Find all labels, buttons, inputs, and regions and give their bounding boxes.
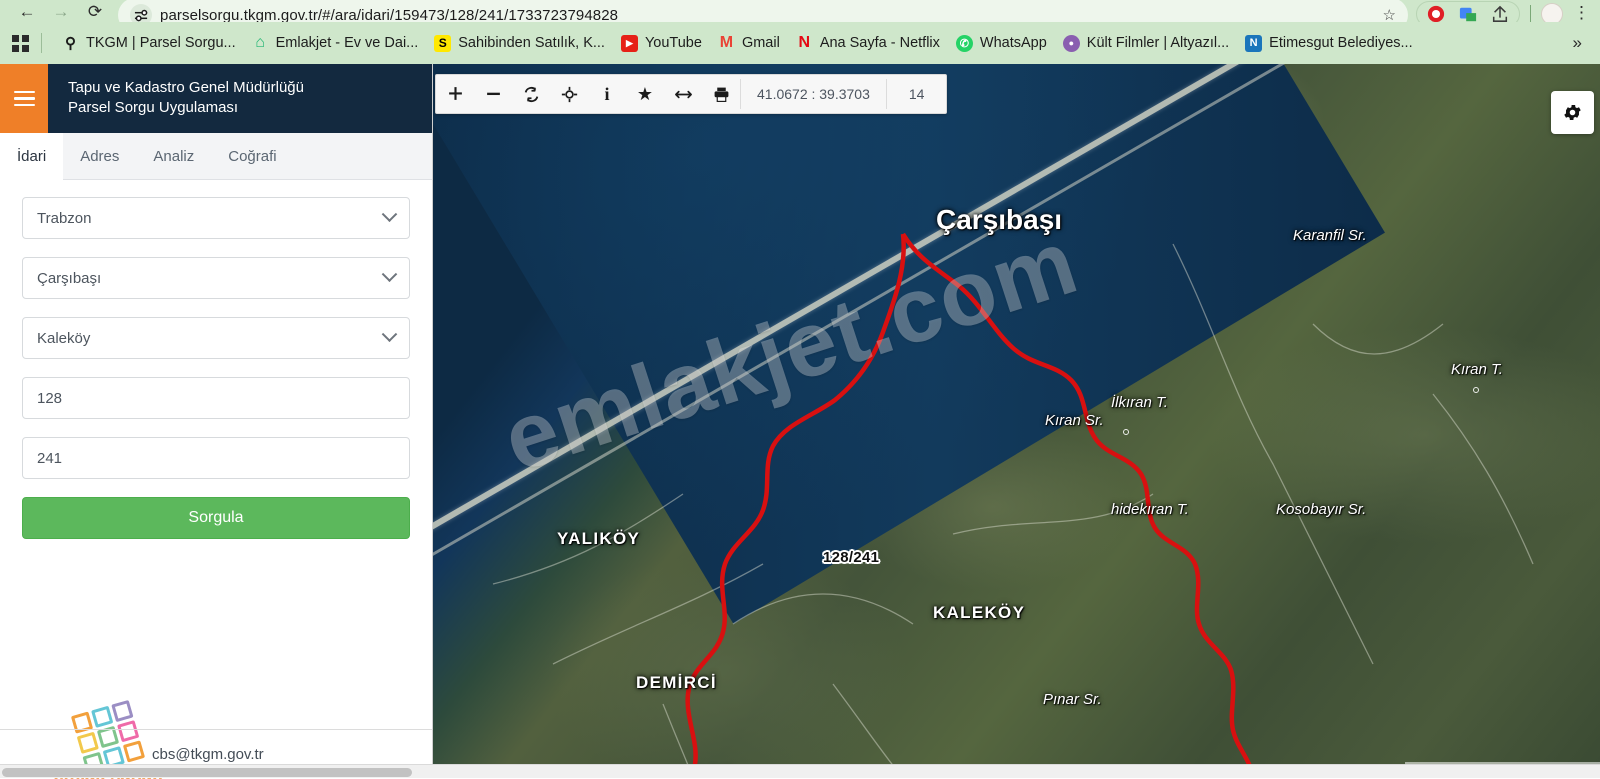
mahalle-select[interactable]: Kaleköy <box>22 317 410 359</box>
menu-toggle-button[interactable] <box>0 64 48 133</box>
app-title-line1: Tapu ve Kadastro Genel Müdürlüğü <box>68 79 304 96</box>
mahalle-value: Kaleköy <box>37 329 91 347</box>
gmail-icon: M <box>719 34 734 51</box>
bookmark-item[interactable]: M Gmail <box>710 31 788 56</box>
map-toolbar: i ★ 41.0672 : 39.3703 14 <box>435 74 948 114</box>
share-extension-icon[interactable] <box>1491 5 1509 22</box>
ilce-value: Çarşıbaşı <box>37 269 102 287</box>
bookmark-item[interactable]: ⚲ TKGM | Parsel Sorgu... <box>54 31 244 56</box>
bookmark-star-icon[interactable]: ☆ <box>1383 6 1396 22</box>
reload-button[interactable]: ⟳ <box>78 0 112 22</box>
bookmark-label: TKGM | Parsel Sorgu... <box>86 35 236 51</box>
bookmarks-bar: ⚲ TKGM | Parsel Sorgu... ⌂ Emlakjet - Ev… <box>0 22 1600 64</box>
bookmark-label: WhatsApp <box>979 35 1047 51</box>
bookmark-item[interactable]: ⌂ Emlakjet - Ev ve Dai... <box>244 31 427 56</box>
cult-films-icon: ● <box>1062 34 1080 52</box>
bookmark-item[interactable]: S Sahibinden Satılık, K... <box>426 31 613 56</box>
toolbar-divider <box>1530 5 1531 22</box>
sahibinden-icon: S <box>434 34 452 52</box>
forward-button[interactable]: → <box>44 0 78 22</box>
zoom-level-readout: 14 <box>908 86 925 102</box>
ada-value: 128 <box>37 389 63 407</box>
translate-extension-icon[interactable] <box>1459 5 1477 22</box>
bookmark-item[interactable]: ▶ YouTube <box>613 31 710 56</box>
coordinates-readout: 41.0672 : 39.3703 <box>757 86 870 102</box>
chevron-down-icon <box>381 325 398 342</box>
scrollbar-thumb[interactable] <box>2 768 412 777</box>
map-pin-icon: ⚲ <box>65 35 76 52</box>
extensions-group <box>1416 1 1520 22</box>
bookmark-item[interactable]: Ν Etimesgut Belediyes... <box>1237 31 1420 56</box>
app-title-line2: Parsel Sorgu Uygulaması <box>68 99 239 116</box>
map-settings-button[interactable] <box>1551 91 1594 134</box>
print-button[interactable] <box>702 75 740 113</box>
bookmark-label: YouTube <box>644 35 702 51</box>
bookmark-label: Sahibinden Satılık, K... <box>458 35 605 51</box>
horizontal-scrollbar[interactable] <box>0 764 1600 778</box>
adblock-extension-icon[interactable] <box>1427 5 1445 22</box>
locate-button[interactable] <box>550 75 588 113</box>
tab-adres[interactable]: Adres <box>63 133 136 179</box>
address-bar[interactable]: parselsorgu.tkgm.gov.tr/#/ara/idari/1594… <box>118 0 1408 22</box>
bookmarks-overflow-button[interactable]: » <box>1563 33 1592 53</box>
il-value: Trabzon <box>37 209 92 227</box>
site-settings-icon[interactable] <box>130 4 152 22</box>
info-button[interactable]: i <box>588 75 626 113</box>
browser-chrome: ← → ⟳ parselsorgu.tkgm.gov.tr/#/ara/idar… <box>0 0 1600 64</box>
bookmark-label: Ana Sayfa - Netflix <box>819 35 940 51</box>
profile-avatar[interactable] <box>1541 3 1563 22</box>
zoom-out-button[interactable] <box>474 75 512 113</box>
emlakjet-house-icon: ⌂ <box>255 34 265 51</box>
browser-menu-icon[interactable]: ⋮ <box>1573 3 1590 22</box>
tab-analiz[interactable]: Analiz <box>136 133 211 179</box>
sorgula-button[interactable]: Sorgula <box>22 497 410 539</box>
application-area: emlakjet.com i ★ 41.0672: 39.3703 14 Ça… <box>0 64 1600 779</box>
map-canvas[interactable]: emlakjet.com i ★ 41.0672: 39.3703 14 Ça… <box>433 64 1600 778</box>
map-point-marker <box>1123 429 1129 435</box>
tab-cografi[interactable]: Coğrafi <box>211 133 293 179</box>
url-text: parselsorgu.tkgm.gov.tr/#/ara/idari/1594… <box>160 6 619 23</box>
parsel-input[interactable]: 241 <box>22 437 410 479</box>
app-title-block: Tapu ve Kadastro Genel Müdürlüğü Parsel … <box>48 64 304 133</box>
il-select[interactable]: Trabzon <box>22 197 410 239</box>
parsel-value: 241 <box>37 449 63 467</box>
favorite-star-button[interactable]: ★ <box>626 75 664 113</box>
youtube-icon: ▶ <box>620 34 638 52</box>
bookmark-label: Emlakjet - Ev ve Dai... <box>275 35 419 51</box>
chevron-down-icon <box>381 265 398 282</box>
ilce-select[interactable]: Çarşıbaşı <box>22 257 410 299</box>
netflix-icon: N <box>798 34 811 51</box>
gear-icon <box>1564 104 1581 121</box>
refresh-button[interactable] <box>512 75 550 113</box>
bookmark-label: Gmail <box>741 35 780 51</box>
whatsapp-icon: ✆ <box>955 34 973 52</box>
query-form: Trabzon Çarşıbaşı Kaleköy 128 241 Sorgul… <box>0 180 432 539</box>
bookmark-item[interactable]: ● Kült Filmler | Altyazıl... <box>1055 31 1237 56</box>
parcel-number-label: 128/241 <box>823 549 880 566</box>
app-header: Tapu ve Kadastro Genel Müdürlüğü Parsel … <box>0 64 432 133</box>
sidebar-tabs: İdari Adres Analiz Coğrafi <box>0 133 432 180</box>
sidebar-panel: Tapu ve Kadastro Genel Müdürlüğü Parsel … <box>0 64 433 779</box>
tab-idari[interactable]: İdari <box>0 133 64 180</box>
contact-email[interactable]: cbs@tkgm.gov.tr <box>152 746 264 763</box>
bookmark-label: Kült Filmler | Altyazıl... <box>1086 35 1230 51</box>
bookmark-item[interactable]: ✆ WhatsApp <box>948 31 1055 56</box>
ada-input[interactable]: 128 <box>22 377 410 419</box>
browser-toolbar: ← → ⟳ parselsorgu.tkgm.gov.tr/#/ara/idar… <box>0 0 1600 22</box>
hamburger-icon <box>13 87 35 111</box>
measure-button[interactable] <box>664 75 702 113</box>
map-point-marker <box>1473 387 1479 393</box>
chevron-down-icon <box>381 205 398 222</box>
bookmark-item[interactable]: N Ana Sayfa - Netflix <box>788 31 948 56</box>
apps-grid-icon[interactable] <box>12 34 29 52</box>
back-button[interactable]: ← <box>10 0 44 22</box>
bookmarks-divider <box>41 33 42 53</box>
etimesgut-icon: Ν <box>1245 34 1263 52</box>
zoom-in-button[interactable] <box>436 75 474 113</box>
bookmark-label: Etimesgut Belediyes... <box>1269 35 1413 51</box>
